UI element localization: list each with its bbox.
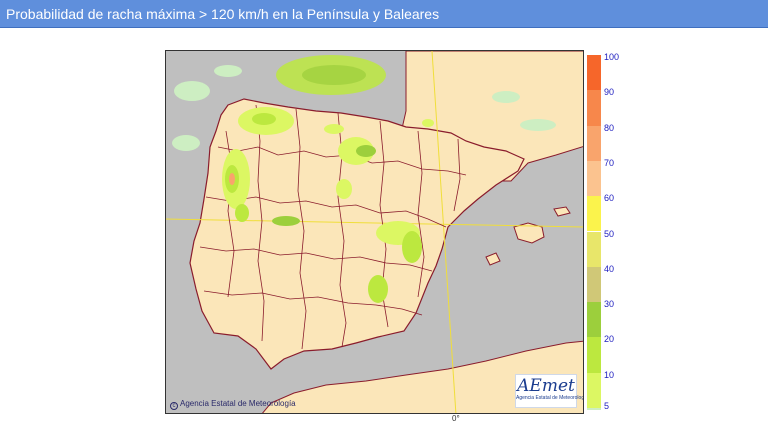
copyright-icon: c — [170, 402, 178, 410]
legend-label: 60 — [604, 193, 615, 204]
map-canvas — [166, 51, 583, 413]
logo-subtitle: Agencia Estatal de Meteorología — [516, 395, 584, 401]
legend-label: 40 — [604, 263, 615, 274]
legend-swatch — [587, 231, 601, 267]
legend-label: 10 — [604, 369, 615, 380]
legend-label: 20 — [604, 334, 615, 345]
legend-swatch — [587, 266, 601, 303]
map-panel: c Agencia Estatal de Meteorología AEmet A… — [165, 50, 584, 414]
legend-label: 100 — [604, 52, 620, 62]
longitude-label: 0° — [452, 414, 460, 423]
map-credit: c Agencia Estatal de Meteorología — [170, 399, 296, 410]
credit-text: Agencia Estatal de Meteorología — [180, 399, 296, 408]
legend-label: 30 — [604, 299, 615, 310]
legend-swatch — [587, 408, 601, 410]
legend-label: 90 — [604, 87, 615, 98]
legend-swatch — [587, 90, 601, 126]
legend-swatch — [587, 196, 601, 232]
color-legend: 100 90 80 70 60 50 40 30 20 10 5 — [587, 52, 623, 411]
aemet-logo: AEmet Agencia Estatal de Meteorología — [515, 374, 584, 408]
legend-swatch — [587, 160, 601, 197]
legend-swatch — [587, 372, 601, 408]
legend-swatch — [587, 125, 601, 161]
legend-swatch — [587, 55, 601, 91]
legend-label: 70 — [604, 157, 615, 168]
title-bar: Probabilidad de racha máxima > 120 km/h … — [0, 0, 768, 28]
page-title: Probabilidad de racha máxima > 120 km/h … — [6, 6, 440, 22]
logo-wordmark: AEmet — [517, 376, 575, 396]
legend-label: 50 — [604, 228, 615, 239]
legend-label: 80 — [604, 122, 615, 133]
legend-swatch — [587, 337, 601, 373]
legend-label: 5 — [604, 401, 610, 411]
legend-swatch — [587, 302, 601, 338]
